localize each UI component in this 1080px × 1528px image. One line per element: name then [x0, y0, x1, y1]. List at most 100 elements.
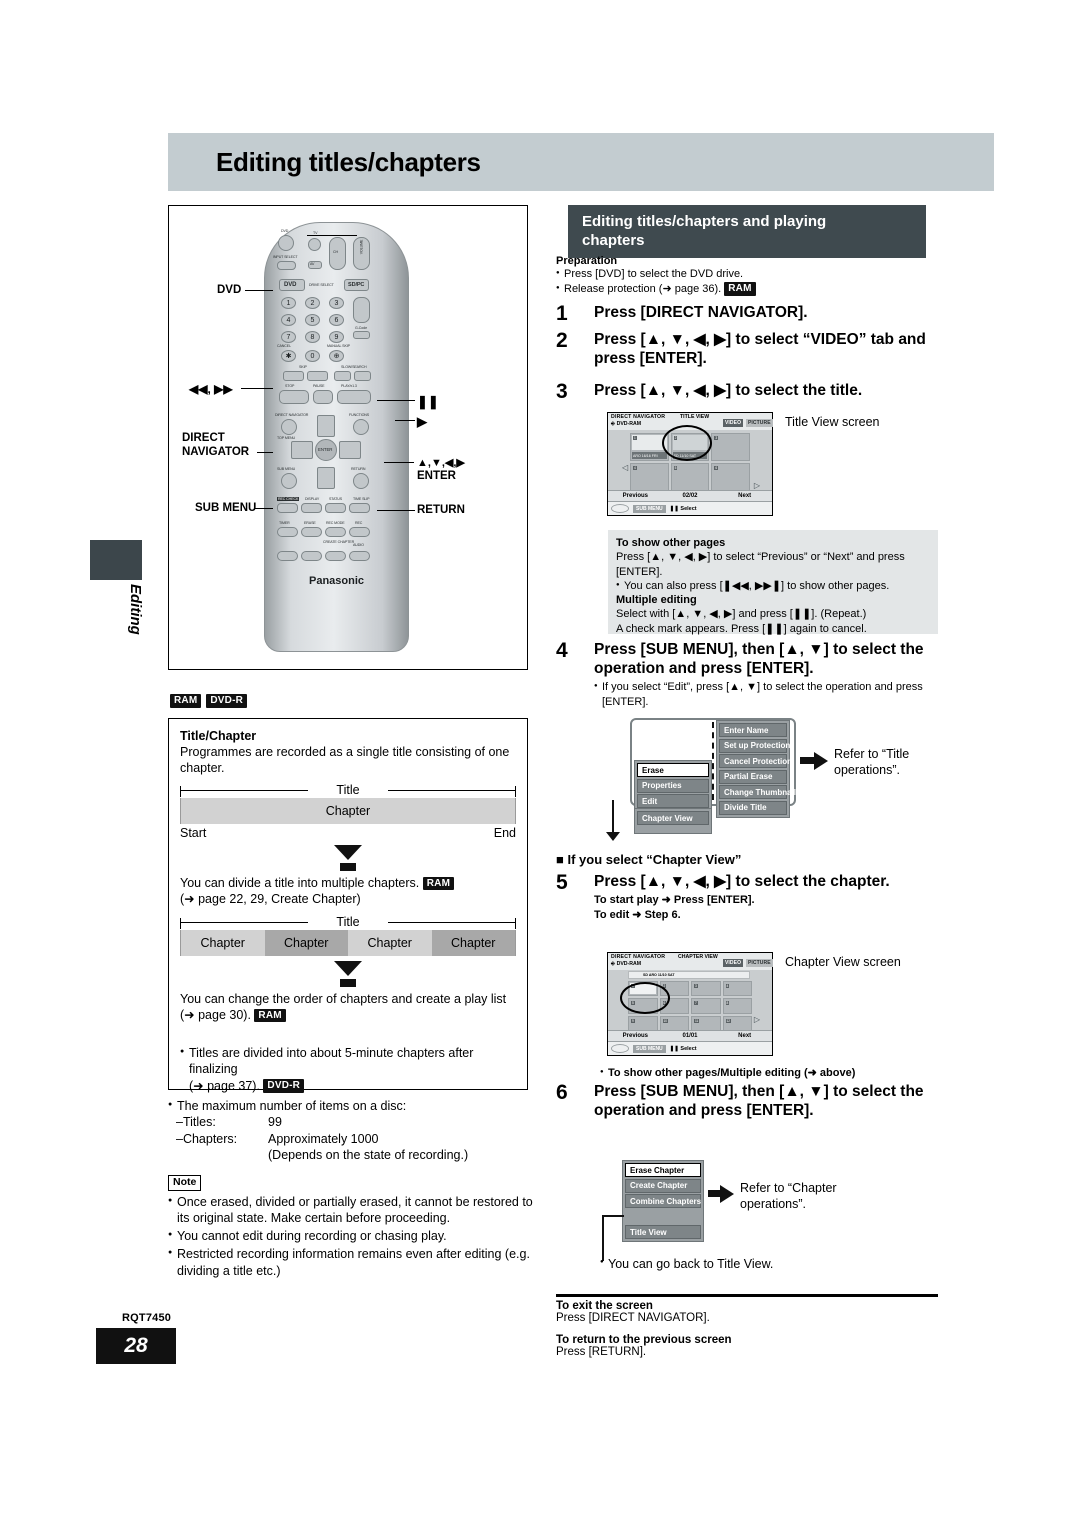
info-text-1: Press [▲, ▼, ◀, ▶] to select “Previous” …: [616, 551, 905, 578]
chapter-view-previous[interactable]: Previous: [608, 1033, 663, 1039]
chapter-cell-8[interactable]: 8: [722, 998, 752, 1014]
tv-power-button[interactable]: [308, 238, 321, 251]
timer-button[interactable]: [277, 527, 298, 537]
menu-item-properties[interactable]: Properties: [637, 778, 709, 793]
rec-mode-button[interactable]: [325, 527, 346, 537]
title-view-previous[interactable]: Previous: [608, 493, 663, 499]
scroll-left-indicator: ◁: [622, 463, 629, 472]
menu-item-title-view[interactable]: Title View: [625, 1225, 701, 1239]
section-title-line1: Editing titles/chapters and playing: [582, 212, 827, 230]
title-cell-4[interactable]: 4: [630, 463, 669, 491]
title-view-sub-menu[interactable]: SUB MENU: [633, 504, 666, 513]
chapter-cell-12[interactable]: 12: [722, 1015, 752, 1031]
chapter-view-topbar: DIRECT NAVIGATOR ⎆ DVD-RAM CHAPTER VIEW …: [608, 953, 773, 970]
time-slip-button[interactable]: [349, 503, 370, 513]
cursor-up-button[interactable]: [317, 415, 335, 437]
menu-item-set-up-protection[interactable]: Set up Protection: [719, 738, 790, 753]
rec-check-button[interactable]: [277, 503, 298, 513]
number-button-8[interactable]: 8: [305, 331, 320, 343]
cursor-right-button[interactable]: [339, 441, 361, 459]
channel-updown-button[interactable]: [353, 297, 370, 323]
title-chapter-intro: Programmes are recorded as a single titl…: [180, 745, 510, 775]
rec-button[interactable]: [349, 527, 370, 537]
divide-text: You can divide a title into multiple cha…: [180, 875, 516, 891]
chapter-cell-11[interactable]: 11: [691, 1015, 721, 1031]
title-cell-6[interactable]: 6: [711, 463, 750, 491]
pause-button[interactable]: [313, 390, 333, 404]
title-cell-3[interactable]: 3: [711, 433, 750, 461]
power-button[interactable]: [278, 235, 294, 251]
menu-item-erase[interactable]: Erase: [637, 763, 709, 777]
chapter-view-next[interactable]: Next: [717, 1033, 772, 1039]
menu-item-edit[interactable]: Edit: [637, 794, 709, 808]
cursor-left-button[interactable]: [291, 441, 313, 459]
chapter-cell-10[interactable]: 10: [659, 1015, 689, 1031]
section-tab-label: Editing: [127, 584, 144, 635]
slow-search-back-button[interactable]: [334, 371, 351, 381]
menu-item-cancel-protection[interactable]: Cancel Protection: [719, 754, 792, 768]
title-cell-5[interactable]: 5: [670, 463, 710, 491]
cancel-button[interactable]: ✱: [281, 350, 296, 362]
skip-back-button[interactable]: [283, 371, 304, 381]
menu-item-create-chapter[interactable]: Create Chapter: [625, 1178, 701, 1193]
chapter-tab-video[interactable]: VIDEO: [723, 959, 744, 967]
step-4-number: 4: [556, 639, 568, 662]
tab-picture[interactable]: PICTURE: [746, 419, 773, 427]
number-button-6[interactable]: 6: [329, 314, 344, 326]
chapter-view-sub-menu[interactable]: SUB MENU: [633, 1044, 666, 1053]
skip-forward-button[interactable]: [307, 371, 328, 381]
number-button-1[interactable]: 1: [281, 297, 296, 309]
chapter-cell-4[interactable]: 4: [722, 981, 752, 997]
sub-menu-button[interactable]: [281, 473, 297, 489]
tab-video[interactable]: VIDEO: [723, 419, 744, 427]
number-button-9[interactable]: 9: [329, 331, 344, 343]
number-button-4[interactable]: 4: [281, 314, 296, 326]
menu-item-erase-chapter[interactable]: Erase Chapter: [625, 1163, 701, 1177]
diagram1-chapter-row: Chapter: [180, 798, 516, 824]
number-button-3[interactable]: 3: [329, 297, 344, 309]
number-button-2[interactable]: 2: [305, 297, 320, 309]
info-heading-2: Multiple editing: [616, 594, 697, 607]
callout-dvd: DVD: [217, 284, 242, 296]
cursor-down-button[interactable]: [317, 467, 335, 489]
menu-item-chapter-view[interactable]: Chapter View: [637, 811, 709, 825]
create-chapter-button[interactable]: [325, 551, 346, 561]
number-button-7[interactable]: 7: [281, 331, 296, 343]
display-button[interactable]: [301, 503, 322, 513]
badge-dvdr: DVD-R: [206, 694, 248, 708]
chapter-view-pager: Previous 01/01 Next: [608, 1030, 772, 1041]
chapter-cell-9[interactable]: 9: [628, 1015, 658, 1031]
menu-item-divide-title[interactable]: Divide Title: [719, 800, 787, 815]
title-view-next[interactable]: Next: [717, 493, 772, 499]
input-select-button[interactable]: [277, 261, 296, 270]
chapter-tab-picture[interactable]: PICTURE: [746, 959, 773, 967]
chapter-cell-3[interactable]: 3: [691, 981, 721, 997]
g-code-button[interactable]: [353, 331, 370, 339]
menu-item-enter-name[interactable]: Enter Name: [719, 723, 787, 737]
direct-navigator-button[interactable]: [281, 419, 297, 435]
title-view-footer: SUB MENU ❚❚ Select: [608, 501, 772, 515]
remote-label-rec-mode: REC MODE: [326, 521, 345, 525]
max-row-label-1: –Titles:: [176, 1115, 216, 1130]
brand-logo: Panasonic: [308, 575, 365, 587]
play-button[interactable]: [337, 390, 371, 404]
menu-item-change-thumbnail[interactable]: Change Thumbnail: [719, 785, 796, 799]
chapter-sub-menu: Erase Chapter Create Chapter Combine Cha…: [622, 1160, 704, 1242]
erase-button[interactable]: [301, 527, 322, 537]
chapter-cell-7[interactable]: 7: [691, 998, 721, 1014]
slow-search-forward-button[interactable]: [354, 371, 371, 381]
menu-item-combine-chapters[interactable]: Combine Chapters: [625, 1194, 701, 1208]
functions-button[interactable]: [353, 419, 369, 435]
aux-button-1[interactable]: [277, 551, 298, 561]
audio-button[interactable]: [349, 551, 370, 561]
return-button[interactable]: [353, 473, 369, 489]
number-button-0[interactable]: 0: [305, 350, 320, 362]
manual-skip-button[interactable]: ⊕: [329, 350, 344, 362]
status-button[interactable]: [325, 503, 346, 513]
stop-button[interactable]: [279, 390, 309, 404]
aux-button-2[interactable]: [301, 551, 322, 561]
chapter-view-view-label: CHAPTER VIEW: [678, 954, 718, 960]
menu-item-partial-erase[interactable]: Partial Erase: [719, 769, 787, 784]
number-button-5[interactable]: 5: [305, 314, 320, 326]
note-block: Note Once erased, divided or partially e…: [168, 1172, 540, 1279]
